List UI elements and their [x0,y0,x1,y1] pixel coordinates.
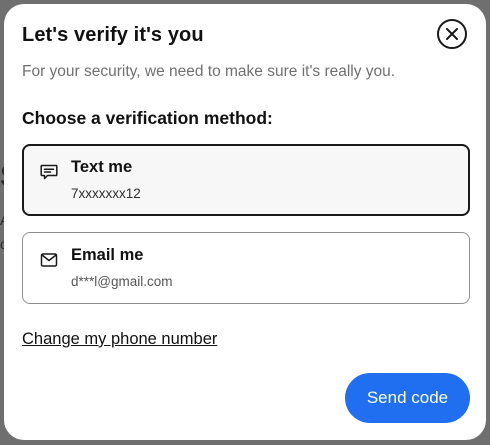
option-email-me[interactable]: Email me d***l@gmail.com [22,232,470,304]
option-value: 7xxxxxxx12 [71,186,141,201]
change-phone-link[interactable]: Change my phone number [22,330,217,349]
option-value: d***l@gmail.com [71,274,173,289]
dialog-subtitle: For your security, we need to make sure … [22,63,396,80]
section-label: Choose a verification method: [22,108,273,128]
chat-bubble-icon [40,164,58,180]
dialog-title: Let's verify it's you [22,24,204,46]
option-label: Email me [71,246,144,264]
option-text-me[interactable]: Text me 7xxxxxxx12 [22,144,470,216]
send-code-button[interactable]: Send code [345,373,470,423]
close-button[interactable] [437,19,467,49]
close-icon [446,28,458,40]
option-label: Text me [71,158,133,176]
envelope-icon [40,253,58,267]
verification-dialog: Let's verify it's you For your security,… [4,4,486,440]
